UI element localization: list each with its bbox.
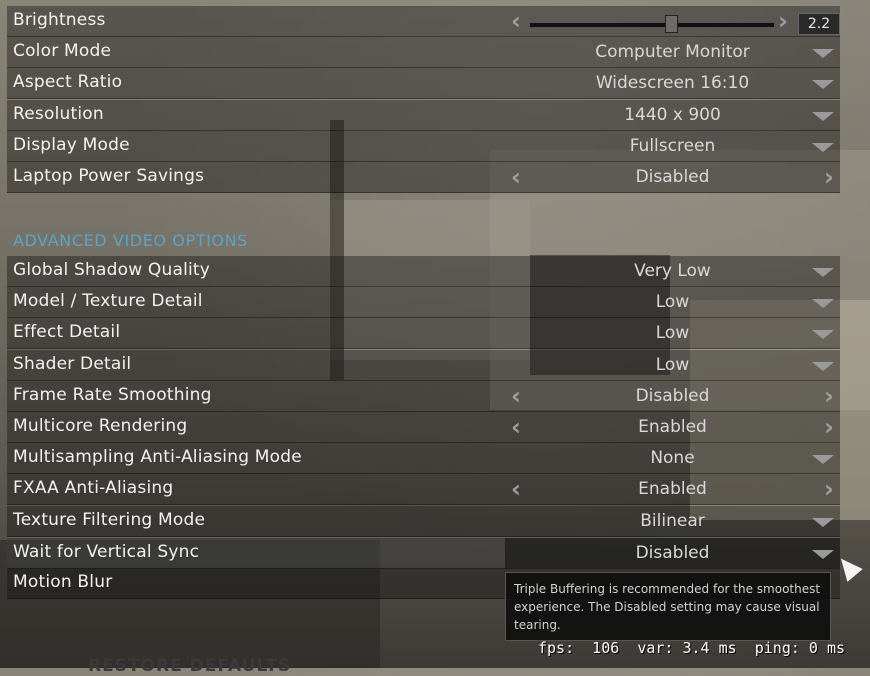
setting-row-texture-filtering-mode[interactable]: Texture Filtering Mode Bilinear [7,505,840,537]
setting-label: Multisampling Anti-Aliasing Mode [13,447,302,468]
chevron-down-icon[interactable] [812,49,834,59]
setting-row-color-mode[interactable]: Color Mode Computer Monitor [7,37,840,69]
setting-row-global-shadow-quality[interactable]: Global Shadow Quality Very Low [7,256,840,287]
setting-row-display-mode[interactable]: Display Mode Fullscreen [7,130,840,162]
setting-row-laptop-power-savings[interactable]: Laptop Power Savings Disabled ‹ › [7,162,840,193]
setting-label: Effect Detail [13,322,121,343]
advanced-video-options-header: ADVANCED VIDEO OPTIONS [13,231,248,250]
setting-label: Model / Texture Detail [13,291,203,312]
setting-row-fxaa-anti-aliasing[interactable]: FXAA Anti-Aliasing Enabled ‹ › [7,474,840,506]
restore-defaults-button[interactable]: RESTORE DEFAULTS [88,656,291,676]
chevron-right-icon[interactable]: › [818,381,840,411]
chevron-down-icon[interactable] [812,142,834,152]
setting-row-shader-detail[interactable]: Shader Detail Low [7,349,840,381]
chevron-right-icon[interactable]: › [818,412,840,442]
chevron-down-icon[interactable] [812,268,834,277]
setting-label: Aspect Ratio [13,72,123,93]
chevron-down-icon[interactable] [812,111,834,121]
setting-value[interactable]: Low [505,318,840,348]
setting-value[interactable]: Very Low [505,256,840,286]
setting-row-resolution[interactable]: Resolution 1440 x 900 [7,99,840,131]
setting-value[interactable]: Low [505,350,840,380]
setting-row-multisampling-anti-aliasing-mode[interactable]: Multisampling Anti-Aliasing Mode None [7,443,840,475]
brightness-slider[interactable] [529,22,775,28]
setting-label: FXAA Anti-Aliasing [13,478,174,499]
setting-label: Display Mode [13,134,130,155]
setting-label: Color Mode [13,41,112,62]
setting-label: Resolution [13,103,104,124]
setting-label: Wait for Vertical Sync [13,541,200,562]
setting-value[interactable]: Enabled [505,412,840,442]
chevron-down-icon[interactable] [812,361,834,371]
chevron-right-icon[interactable]: › [818,162,840,192]
chevron-down-icon[interactable] [812,517,834,527]
setting-row-frame-rate-smoothing[interactable]: Frame Rate Smoothing Disabled ‹ › [7,380,840,412]
setting-label: Laptop Power Savings [13,166,205,186]
setting-row-effect-detail[interactable]: Effect Detail Low [7,318,840,350]
chevron-down-icon[interactable] [812,299,834,309]
slider-handle[interactable] [664,15,678,33]
chevron-left-icon[interactable]: ‹ [505,162,527,192]
setting-label: Motion Blur [13,572,113,592]
setting-label: Frame Rate Smoothing [13,384,212,405]
setting-value[interactable]: Disabled [505,381,840,411]
fps-overlay: fps: 106 var: 3.4 ms ping: 0 ms [538,639,846,657]
chevron-left-icon[interactable]: ‹ [505,412,527,442]
chevron-right-icon[interactable]: › [772,6,794,36]
brightness-label: Brightness [13,10,106,30]
setting-label: Global Shadow Quality [13,260,211,280]
setting-value[interactable]: Disabled [505,162,840,192]
setting-value[interactable]: Disabled [505,537,840,568]
chevron-down-icon[interactable] [812,330,834,340]
setting-value[interactable]: Enabled [505,474,840,504]
setting-value[interactable]: Computer Monitor [505,37,840,67]
chevron-left-icon[interactable]: ‹ [505,381,527,411]
setting-row-model-texture-detail[interactable]: Model / Texture Detail Low [7,287,840,319]
brightness-row: Brightness ‹ › 2.2 [7,6,840,37]
setting-value[interactable]: Bilinear [505,506,840,536]
chevron-left-icon[interactable]: ‹ [505,474,527,504]
vsync-tooltip: Triple Buffering is recommended for the … [505,572,831,641]
setting-label: Shader Detail [13,353,132,374]
setting-row-aspect-ratio[interactable]: Aspect Ratio Widescreen 16:10 [7,68,840,100]
setting-label: Texture Filtering Mode [13,509,206,530]
setting-row-wait-for-vertical-sync[interactable]: Wait for Vertical Sync Disabled [7,536,840,569]
brightness-value[interactable]: 2.2 [798,13,840,35]
setting-value[interactable]: Low [505,287,840,317]
chevron-down-icon[interactable] [812,80,834,90]
setting-value[interactable]: None [505,443,840,473]
chevron-down-icon[interactable] [812,549,834,559]
setting-value[interactable]: 1440 x 900 [505,100,840,130]
chevron-down-icon[interactable] [812,455,834,465]
setting-label: Multicore Rendering [13,416,188,436]
setting-row-multicore-rendering[interactable]: Multicore Rendering Enabled ‹ › [7,412,840,443]
chevron-right-icon[interactable]: › [818,474,840,504]
setting-value[interactable]: Fullscreen [505,131,840,161]
chevron-left-icon[interactable]: ‹ [505,6,527,36]
setting-value[interactable]: Widescreen 16:10 [505,68,840,98]
